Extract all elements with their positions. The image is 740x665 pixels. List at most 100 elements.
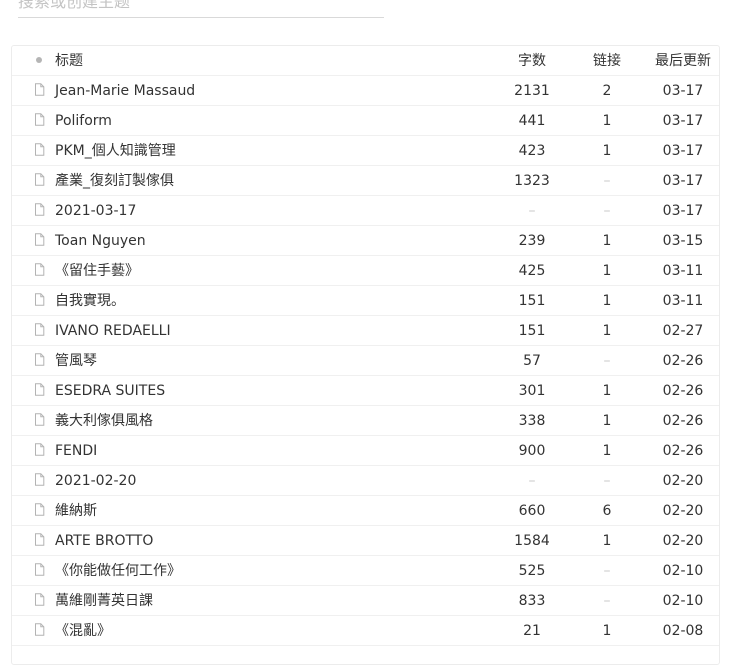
table-row[interactable]: PKM_個人知識管理 423 1 03-17 <box>12 136 719 166</box>
file-icon <box>32 436 46 466</box>
row-updated-date: 03-11 <box>662 263 704 279</box>
table-row[interactable]: ESEDRA SUITES 301 1 02-26 <box>12 376 719 406</box>
row-updated-date: 02-20 <box>662 533 704 549</box>
table-row[interactable]: 《留住手藝》 425 1 03-11 <box>12 256 719 286</box>
row-word-count: 57 <box>523 353 541 369</box>
row-title[interactable]: 《混亂》 <box>55 616 111 646</box>
row-title[interactable]: 萬維剛菁英日課 <box>55 586 153 616</box>
row-updated-date: 03-11 <box>662 293 704 309</box>
row-title[interactable]: IVANO REDAELLI <box>55 316 171 346</box>
table-row[interactable]: 萬維剛菁英日課 833 – 02-10 <box>12 586 719 616</box>
table-body: Jean-Marie Massaud 2131 2 03-17 Poliform 441 1… <box>12 76 719 646</box>
row-updated-date: 03-17 <box>662 173 704 189</box>
row-title[interactable]: PKM_個人知識管理 <box>55 136 176 166</box>
row-updated-date: 02-26 <box>662 353 704 369</box>
table-row[interactable]: Poliform 441 1 03-17 <box>12 106 719 136</box>
row-link-count: 1 <box>602 263 612 279</box>
table-row[interactable]: IVANO REDAELLI 151 1 02-27 <box>12 316 719 346</box>
row-title[interactable]: ARTE BROTTO <box>55 526 153 556</box>
row-updated-date: 02-26 <box>662 443 704 459</box>
column-header-title[interactable]: 标题 <box>55 46 83 76</box>
row-link-count: – <box>603 353 611 369</box>
row-word-count: 151 <box>518 293 546 309</box>
row-updated-date: 02-20 <box>662 473 704 489</box>
row-link-count: – <box>603 563 611 579</box>
row-updated-date: 03-17 <box>662 143 704 159</box>
table-row[interactable]: 《你能做任何工作》 525 – 02-10 <box>12 556 719 586</box>
file-icon <box>32 226 46 256</box>
row-link-count: 2 <box>602 83 612 99</box>
table-row[interactable]: FENDI 900 1 02-26 <box>12 436 719 466</box>
file-icon <box>32 616 46 646</box>
row-word-count: 21 <box>523 623 541 639</box>
file-icon <box>32 496 46 526</box>
column-header-links[interactable]: 链接 <box>585 46 629 76</box>
row-title[interactable]: 《留住手藝》 <box>55 256 139 286</box>
file-icon <box>32 286 46 316</box>
row-word-count: 151 <box>518 323 546 339</box>
row-word-count: – <box>528 473 536 489</box>
table-row[interactable]: 自我實現。 151 1 03-11 <box>12 286 719 316</box>
file-icon <box>32 316 46 346</box>
row-link-count: – <box>603 173 611 189</box>
table-row[interactable]: 2021-03-17 – – 03-17 <box>12 196 719 226</box>
row-link-count: 1 <box>602 113 612 129</box>
row-updated-date: 03-17 <box>662 83 704 99</box>
row-updated-date: 03-15 <box>662 233 704 249</box>
table-row[interactable]: 產業_復刻訂製傢俱 1323 – 03-17 <box>12 166 719 196</box>
file-icon <box>32 556 46 586</box>
row-link-count: – <box>603 473 611 489</box>
row-title[interactable]: 管風琴 <box>55 346 97 376</box>
row-updated-date: 02-10 <box>662 563 704 579</box>
row-link-count: 1 <box>602 323 612 339</box>
row-word-count: 1584 <box>514 533 550 549</box>
row-title[interactable]: ESEDRA SUITES <box>55 376 165 406</box>
row-title[interactable]: 自我實現。 <box>55 286 125 316</box>
table-row[interactable]: 義大利傢俱風格 338 1 02-26 <box>12 406 719 436</box>
search-bar[interactable] <box>18 0 384 18</box>
row-title[interactable]: Jean-Marie Massaud <box>55 76 195 106</box>
column-header-updated[interactable]: 最后更新 <box>653 46 713 76</box>
row-word-count: 525 <box>518 563 546 579</box>
file-icon <box>32 136 46 166</box>
row-word-count: 900 <box>518 443 546 459</box>
row-link-count: – <box>603 593 611 609</box>
row-title[interactable]: 維納斯 <box>55 496 97 526</box>
row-title[interactable]: 產業_復刻訂製傢俱 <box>55 166 174 196</box>
row-word-count: 441 <box>518 113 546 129</box>
row-word-count: 301 <box>518 383 546 399</box>
row-link-count: 1 <box>602 413 612 429</box>
row-updated-date: 02-26 <box>662 413 704 429</box>
table-header-row: 标题 字数 链接 最后更新 <box>12 46 719 76</box>
row-title[interactable]: Poliform <box>55 106 112 136</box>
row-title[interactable]: FENDI <box>55 436 97 466</box>
file-icon <box>32 106 46 136</box>
table-row[interactable]: Toan Nguyen 239 1 03-15 <box>12 226 719 256</box>
table-row[interactable]: ARTE BROTTO 1584 1 02-20 <box>12 526 719 556</box>
row-word-count: 1323 <box>514 173 550 189</box>
file-icon <box>32 166 46 196</box>
file-icon <box>32 586 46 616</box>
file-icon <box>32 526 46 556</box>
file-icon <box>32 76 46 106</box>
row-title[interactable]: 義大利傢俱風格 <box>55 406 153 436</box>
table-row[interactable]: Jean-Marie Massaud 2131 2 03-17 <box>12 76 719 106</box>
table-row[interactable]: 維納斯 660 6 02-20 <box>12 496 719 526</box>
row-title[interactable]: Toan Nguyen <box>55 226 146 256</box>
row-word-count: – <box>528 203 536 219</box>
header-dot-icon <box>32 46 46 76</box>
row-word-count: 660 <box>518 503 546 519</box>
row-updated-date: 02-10 <box>662 593 704 609</box>
row-title[interactable]: 2021-02-20 <box>55 466 136 496</box>
table-row[interactable]: 管風琴 57 – 02-26 <box>12 346 719 376</box>
column-header-words[interactable]: 字数 <box>507 46 557 76</box>
row-link-count: 1 <box>602 143 612 159</box>
row-word-count: 423 <box>518 143 546 159</box>
file-icon <box>32 346 46 376</box>
row-title[interactable]: 《你能做任何工作》 <box>55 556 181 586</box>
table-row[interactable]: 2021-02-20 – – 02-20 <box>12 466 719 496</box>
table-row[interactable]: 《混亂》 21 1 02-08 <box>12 616 719 646</box>
row-title[interactable]: 2021-03-17 <box>55 196 136 226</box>
search-input[interactable] <box>18 0 384 15</box>
row-word-count: 2131 <box>514 83 550 99</box>
